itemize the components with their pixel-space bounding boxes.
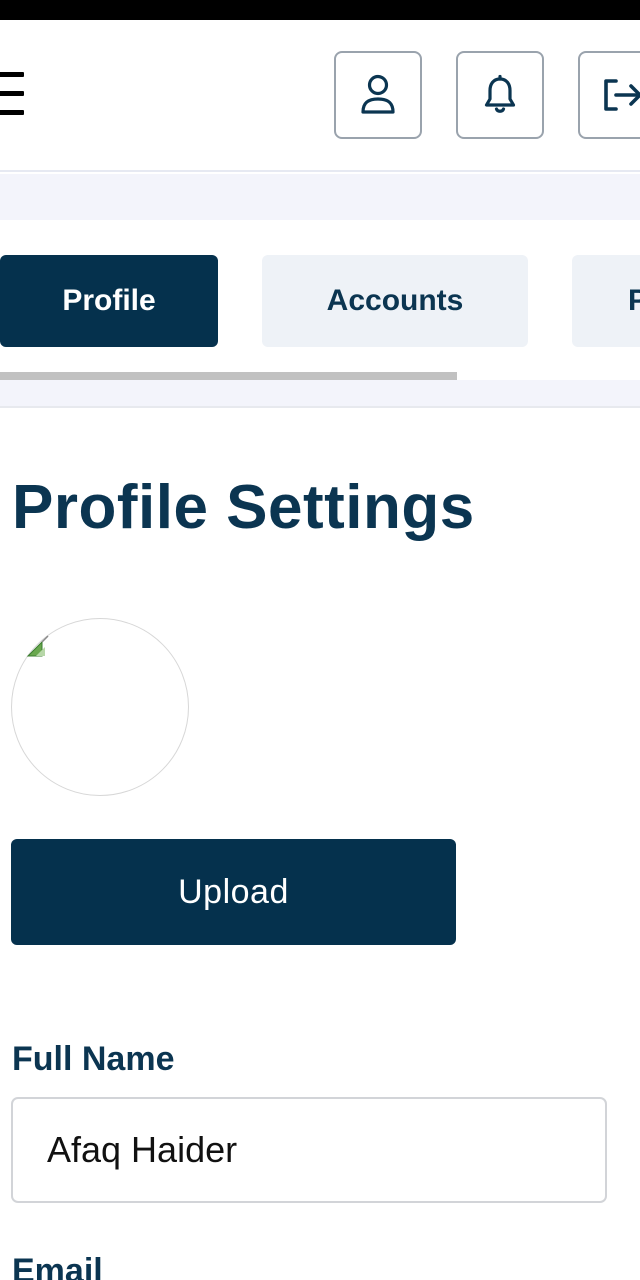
full-name-input[interactable] <box>11 1097 607 1203</box>
tab-third-partial[interactable]: P <box>572 255 640 347</box>
menu-bar <box>0 72 24 77</box>
hamburger-menu-icon[interactable] <box>0 72 26 116</box>
tabs-scrollbar-track <box>0 380 640 408</box>
bell-icon <box>484 74 516 113</box>
broken-image-icon <box>26 635 49 657</box>
content-divider <box>0 406 640 408</box>
email-label: Email <box>12 1252 103 1280</box>
settings-tabs: Profile Accounts P <box>0 220 640 380</box>
menu-bar <box>0 91 24 96</box>
user-icon <box>361 74 395 114</box>
avatar <box>11 618 189 796</box>
menu-bar <box>0 110 24 115</box>
notifications-button[interactable] <box>456 51 544 139</box>
profile-settings-page: Profile Accounts P Profile Settings Uplo… <box>0 0 640 1280</box>
logout-button[interactable] <box>578 51 640 139</box>
app-header <box>0 20 640 172</box>
status-bar <box>0 0 640 20</box>
page-title: Profile Settings <box>12 473 475 542</box>
logout-icon <box>604 79 640 111</box>
full-name-label: Full Name <box>12 1040 175 1078</box>
tab-accounts[interactable]: Accounts <box>262 255 528 347</box>
tabs-scrollbar-thumb[interactable] <box>0 372 457 380</box>
header-spacer-band <box>0 174 640 220</box>
profile-button[interactable] <box>334 51 422 139</box>
upload-button[interactable]: Upload <box>11 839 456 945</box>
tab-profile[interactable]: Profile <box>0 255 218 347</box>
